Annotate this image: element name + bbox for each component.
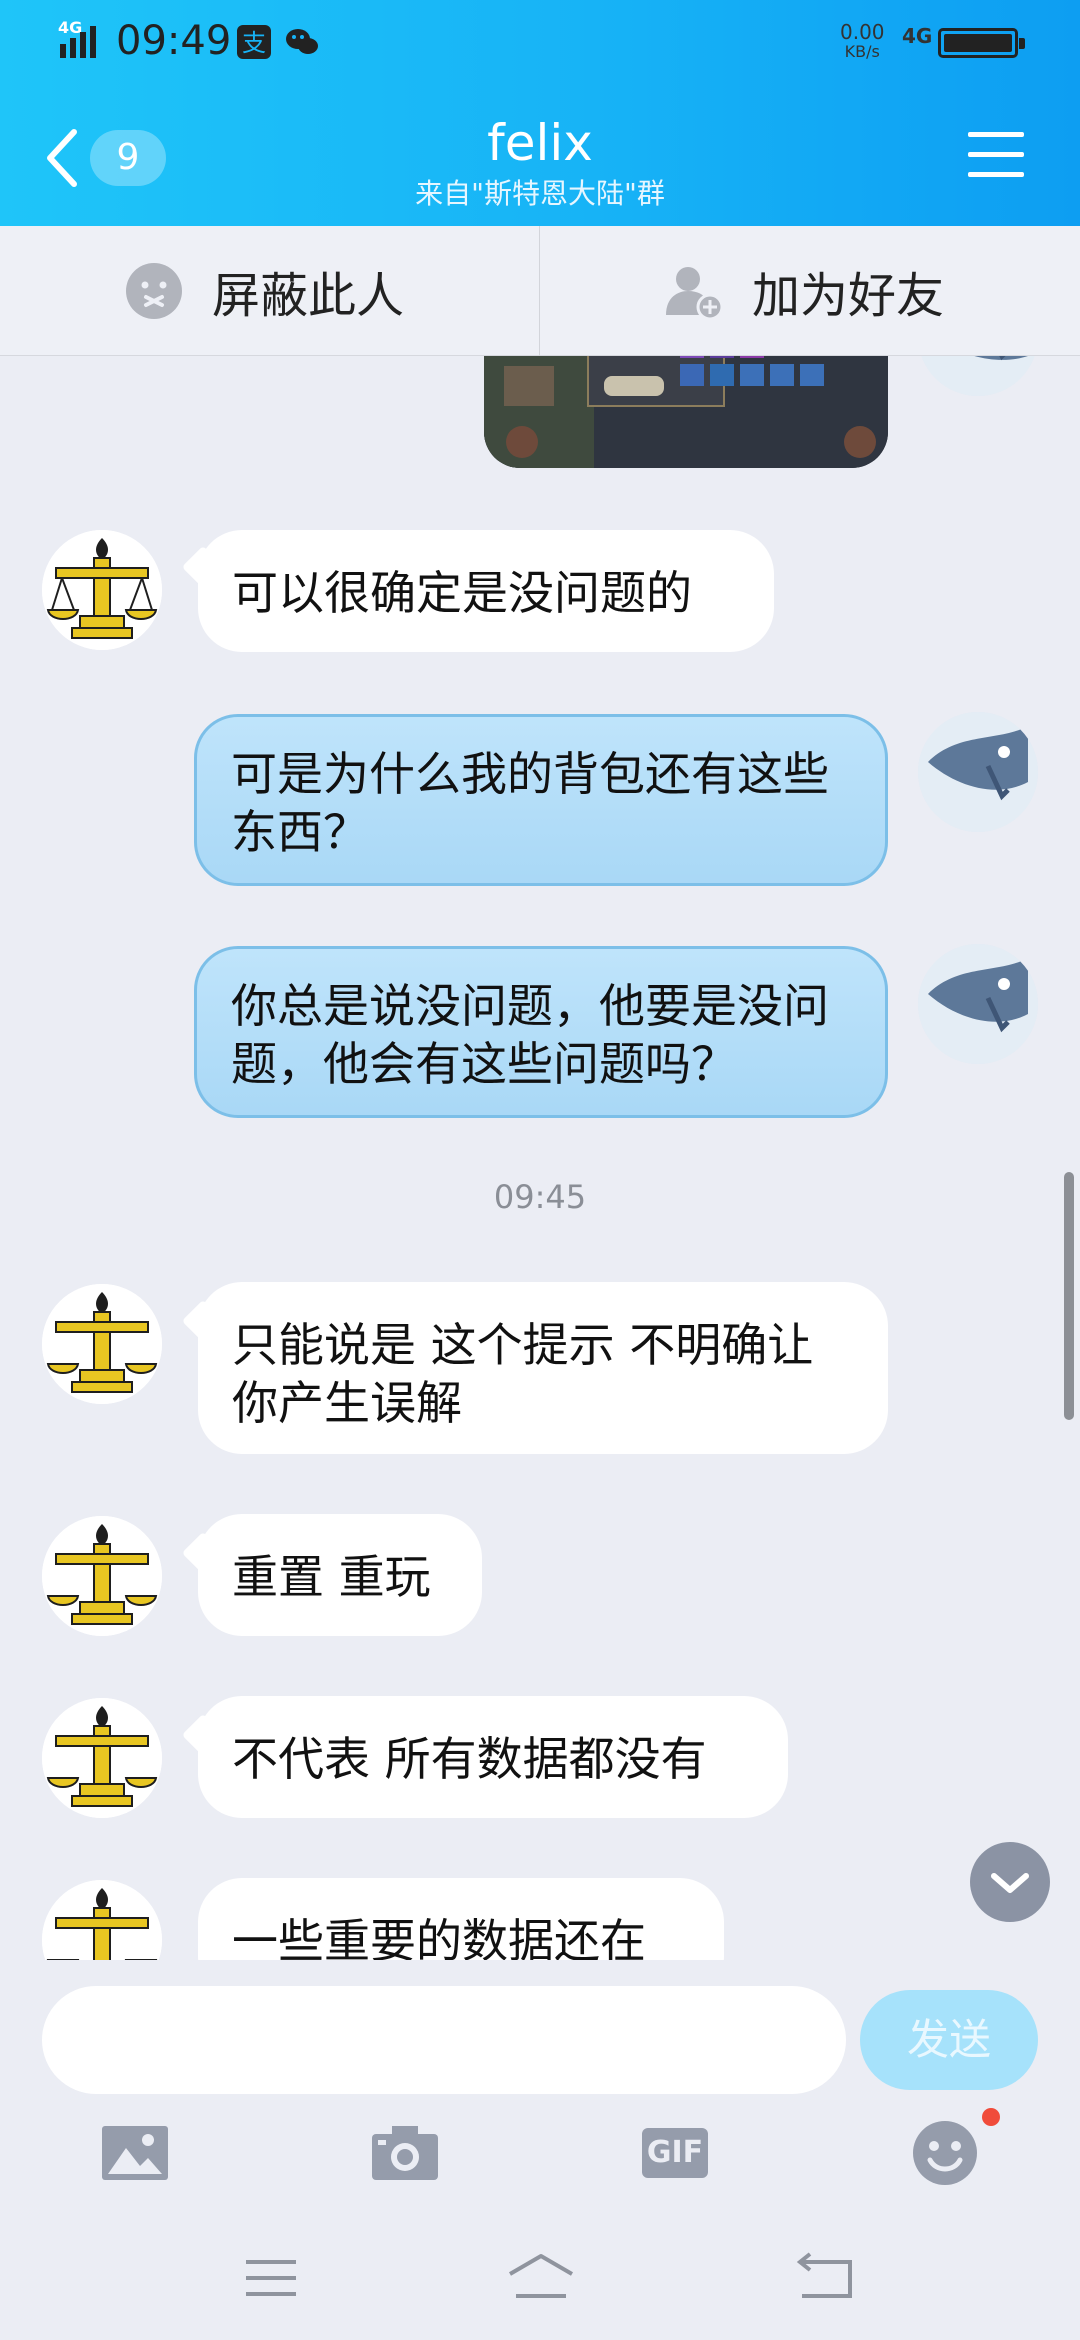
scrollbar[interactable] bbox=[1064, 1172, 1074, 1420]
message-timestamp: 09:45 bbox=[493, 1178, 587, 1216]
camera-icon[interactable] bbox=[370, 2118, 440, 2188]
status-time: 09:49 bbox=[116, 18, 232, 64]
action-bar: 屏蔽此人 加为好友 bbox=[0, 226, 1080, 356]
gif-label: GIF bbox=[646, 2135, 704, 2170]
system-nav-bar bbox=[0, 2220, 1080, 2340]
add-friend-icon bbox=[666, 267, 724, 321]
menu-nav-icon[interactable] bbox=[236, 2248, 306, 2308]
back-nav-icon[interactable] bbox=[790, 2248, 860, 2308]
scales-avatar-image bbox=[42, 1698, 162, 1818]
block-user-label: 屏蔽此人 bbox=[212, 268, 405, 324]
scales-avatar-image bbox=[42, 1284, 162, 1404]
sender-avatar[interactable] bbox=[42, 1284, 162, 1404]
gif-button[interactable]: GIF bbox=[640, 2118, 710, 2188]
my-avatar[interactable] bbox=[918, 712, 1038, 832]
block-user-button[interactable]: 屏蔽此人 bbox=[124, 226, 404, 356]
my-avatar-image bbox=[918, 944, 1038, 1064]
speed-value: 0.00 bbox=[840, 20, 885, 44]
home-icon[interactable] bbox=[506, 2248, 576, 2308]
scroll-to-bottom-button[interactable] bbox=[970, 1842, 1050, 1922]
game-screenshot-image bbox=[484, 356, 888, 468]
my-avatar[interactable] bbox=[918, 944, 1038, 1064]
network-speed: 0.00 KB/s bbox=[840, 22, 885, 62]
scales-avatar-image bbox=[42, 1880, 162, 1960]
chat-header: 4G 09:49 支 0.00 KB/s 4G 9 felix 来自"斯特恩大陆… bbox=[0, 0, 1080, 226]
sender-avatar[interactable] bbox=[42, 1698, 162, 1818]
svg-text:支: 支 bbox=[242, 29, 266, 57]
battery-icon bbox=[938, 28, 1025, 58]
message-bubble[interactable]: 可以很确定是没问题的 bbox=[198, 530, 774, 652]
sender-avatar[interactable] bbox=[42, 530, 162, 650]
message-bubble[interactable]: 重置 重玩 bbox=[198, 1514, 482, 1636]
status-bar: 4G 09:49 支 0.00 KB/s 4G bbox=[0, 0, 1080, 84]
page-subtitle: 来自"斯特恩大陆"群 bbox=[415, 177, 665, 210]
sender-avatar[interactable] bbox=[42, 1880, 162, 1960]
network-type: 4G bbox=[902, 24, 933, 48]
page-title: felix bbox=[487, 114, 593, 172]
my-message-bubble[interactable]: 你总是说没问题，他要是没问题，他会有这些问题吗？ bbox=[194, 946, 888, 1118]
add-friend-button[interactable]: 加为好友 bbox=[664, 226, 944, 356]
action-divider bbox=[539, 226, 540, 356]
chevron-down-icon bbox=[991, 1873, 1029, 1893]
menu-icon[interactable] bbox=[968, 130, 1024, 180]
signal-icon bbox=[60, 26, 96, 58]
message-bubble[interactable]: 不代表 所有数据都没有 bbox=[198, 1696, 788, 1818]
message-bubble[interactable]: 只能说是 这个提示 不明确让你产生误解 bbox=[198, 1282, 888, 1454]
message-input[interactable] bbox=[42, 1986, 846, 2094]
my-message-bubble[interactable]: 可是为什么我的背包还有这些东西？ bbox=[194, 714, 888, 886]
block-icon bbox=[126, 263, 182, 319]
scales-avatar-image bbox=[42, 1516, 162, 1636]
scales-avatar-image bbox=[42, 530, 162, 650]
notification-dot bbox=[982, 2108, 1000, 2126]
composer: 发送 GIF bbox=[0, 1960, 1080, 2220]
emoji-icon[interactable] bbox=[910, 2118, 980, 2188]
image-icon[interactable] bbox=[100, 2118, 170, 2188]
message-bubble[interactable]: 一些重要的数据还在 bbox=[198, 1878, 724, 1960]
image-message[interactable] bbox=[484, 356, 888, 468]
send-button[interactable]: 发送 bbox=[860, 1990, 1038, 2090]
wechat-icon bbox=[286, 29, 318, 54]
add-friend-label: 加为好友 bbox=[752, 268, 945, 324]
my-avatar-image bbox=[918, 712, 1038, 832]
alipay-icon: 支 bbox=[237, 25, 271, 59]
message-list[interactable]: 可以很确定是没问题的 可是为什么我的背包还有这些东西？ 你总是说没问题，他要是没… bbox=[0, 356, 1080, 1960]
my-avatar[interactable] bbox=[918, 356, 1038, 396]
my-avatar-image bbox=[918, 356, 1038, 396]
speed-unit: KB/s bbox=[844, 42, 880, 61]
sender-avatar[interactable] bbox=[42, 1516, 162, 1636]
